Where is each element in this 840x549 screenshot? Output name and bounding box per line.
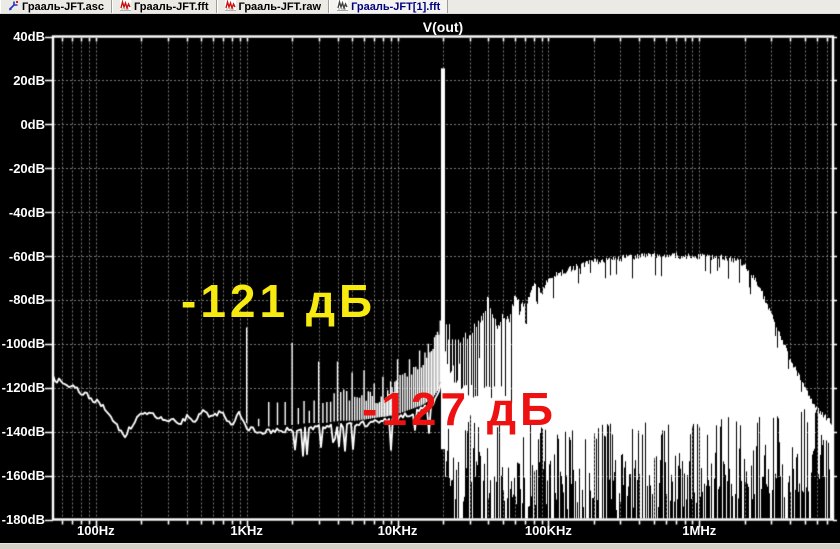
ltspice-window: Грааль-JFT.ascГрааль-JFT.fftГрааль-JFT.r… xyxy=(0,0,840,549)
y-axis-label: 20dB xyxy=(13,72,45,88)
x-axis-label: 1MHz xyxy=(682,523,717,538)
y-axis-label: -180dB xyxy=(1,512,45,527)
y-axis-label: -80dB xyxy=(8,292,45,308)
x-axis-label: 10KHz xyxy=(377,523,418,538)
annotation-121db: -121 дБ xyxy=(181,275,377,327)
y-axis-label: -100dB xyxy=(1,336,45,352)
x-axis-label: 1KHz xyxy=(230,523,263,538)
x-axis-label: 100Hz xyxy=(77,523,115,538)
fft-plot-canvas[interactable] xyxy=(0,0,840,549)
x-axis-label: 100KHz xyxy=(524,523,572,538)
trace-title: V(out) xyxy=(422,19,464,35)
window-bottom-strip xyxy=(0,543,840,549)
y-axis-label: 40dB xyxy=(13,29,45,44)
y-axis-label: -20dB xyxy=(8,160,45,176)
y-axis-label: 0dB xyxy=(20,116,45,132)
y-axis-label: -120dB xyxy=(1,380,45,396)
y-axis-label: -60dB xyxy=(8,248,45,264)
y-axis-label: -140dB xyxy=(1,424,45,440)
y-axis-label: -40dB xyxy=(8,204,45,220)
annotation-127db: -127 дБ xyxy=(362,383,558,435)
y-axis-label: -160dB xyxy=(1,468,45,484)
